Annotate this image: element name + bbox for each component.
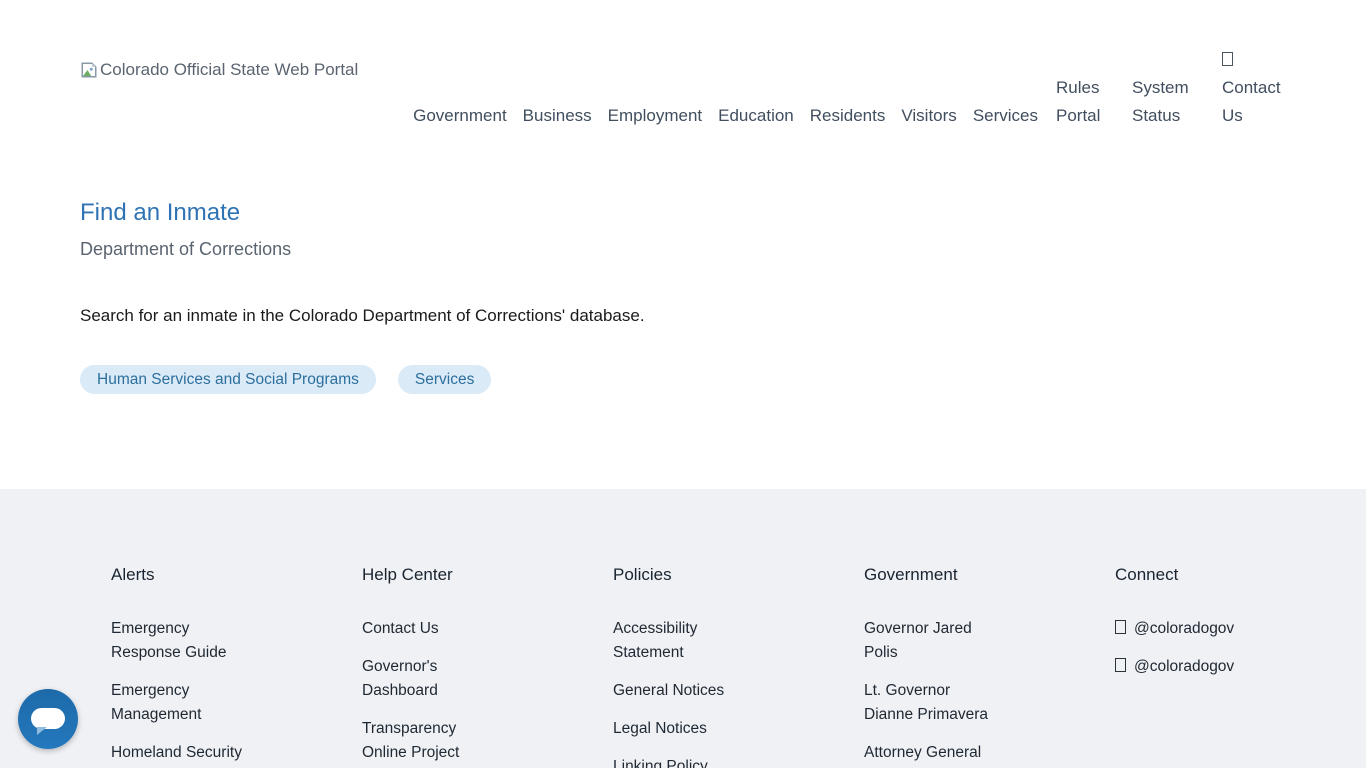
tag-human-services[interactable]: Human Services and Social Programs bbox=[80, 365, 376, 394]
nav-item-employment[interactable]: Employment bbox=[608, 102, 702, 130]
footer-link-social-coloradogov-2[interactable]: @coloradogov bbox=[1115, 655, 1249, 679]
site-header: Colorado Official State Web Portal Gover… bbox=[0, 0, 1366, 130]
contact-us-label: Contact Us bbox=[1222, 78, 1281, 125]
footer-column-policies: Policies Accessibility Statement General… bbox=[613, 565, 864, 768]
footer-link-governor-jared-polis[interactable]: Governor Jared Polis bbox=[864, 617, 998, 665]
missing-glyph-icon bbox=[1115, 658, 1126, 672]
footer-link-contact-us[interactable]: Contact Us bbox=[362, 617, 496, 641]
missing-glyph-icon bbox=[1222, 52, 1233, 66]
footer-heading: Help Center bbox=[362, 565, 613, 585]
site-logo-link[interactable]: Colorado Official State Web Portal bbox=[80, 0, 358, 130]
missing-glyph-icon bbox=[1115, 620, 1126, 634]
nav-item-residents[interactable]: Residents bbox=[810, 102, 886, 130]
footer-link-transparency-online-project[interactable]: Transparency Online Project bbox=[362, 717, 496, 765]
nav-item-government[interactable]: Government bbox=[413, 102, 507, 130]
nav-item-system-status[interactable]: System Status bbox=[1132, 74, 1196, 130]
footer-heading: Connect bbox=[1115, 565, 1366, 585]
nav-item-business[interactable]: Business bbox=[523, 102, 592, 130]
footer-link-homeland-security[interactable]: Homeland Security bbox=[111, 741, 245, 765]
chat-bubble-icon bbox=[31, 708, 65, 729]
footer-link-legal-notices[interactable]: Legal Notices bbox=[613, 717, 747, 741]
nav-item-education[interactable]: Education bbox=[718, 102, 794, 130]
footer-link-lt-governor-dianne-primavera[interactable]: Lt. Governor Dianne Primavera bbox=[864, 679, 998, 727]
footer-link-attorney-general[interactable]: Attorney General bbox=[864, 741, 998, 765]
nav-item-contact-us[interactable]: Contact Us bbox=[1222, 46, 1286, 130]
footer-link-general-notices[interactable]: General Notices bbox=[613, 679, 747, 703]
footer-column-help-center: Help Center Contact Us Governor's Dashbo… bbox=[362, 565, 613, 768]
tag-list: Human Services and Social Programs Servi… bbox=[80, 365, 1286, 394]
footer-column-connect: Connect @coloradogov @coloradogov bbox=[1115, 565, 1366, 768]
footer-column-alerts: Alerts Emergency Response Guide Emergenc… bbox=[111, 565, 362, 768]
service-description: Search for an inmate in the Colorado Dep… bbox=[80, 306, 1286, 326]
broken-image-icon bbox=[80, 61, 98, 79]
footer-link-governors-dashboard[interactable]: Governor's Dashboard bbox=[362, 655, 496, 703]
logo-alt-text: Colorado Official State Web Portal bbox=[100, 60, 358, 80]
tag-services[interactable]: Services bbox=[398, 365, 491, 394]
main-nav: Government Business Employment Education… bbox=[413, 0, 1286, 130]
footer-link-emergency-response-guide[interactable]: Emergency Response Guide bbox=[111, 617, 245, 665]
footer-link-social-coloradogov-1[interactable]: @coloradogov bbox=[1115, 617, 1249, 641]
footer-link-emergency-management[interactable]: Emergency Management bbox=[111, 679, 245, 727]
main-content: Find an Inmate Department of Corrections… bbox=[0, 130, 1366, 394]
nav-item-visitors[interactable]: Visitors bbox=[901, 102, 956, 130]
footer-link-accessibility-statement[interactable]: Accessibility Statement bbox=[613, 617, 747, 665]
footer-column-government: Government Governor Jared Polis Lt. Gove… bbox=[864, 565, 1115, 768]
department-subtitle: Department of Corrections bbox=[80, 239, 1286, 260]
footer-link-linking-policy[interactable]: Linking Policy bbox=[613, 755, 747, 768]
footer-heading: Policies bbox=[613, 565, 864, 585]
nav-item-services[interactable]: Services bbox=[973, 102, 1038, 130]
page-title-link[interactable]: Find an Inmate bbox=[80, 199, 240, 227]
chat-widget-button[interactable] bbox=[18, 689, 78, 749]
nav-item-rules-portal[interactable]: Rules Portal bbox=[1056, 74, 1106, 130]
footer-heading: Government bbox=[864, 565, 1115, 585]
social-handle: @coloradogov bbox=[1134, 620, 1234, 637]
social-handle: @coloradogov bbox=[1134, 658, 1234, 675]
footer-heading: Alerts bbox=[111, 565, 362, 585]
chat-bubble-tail bbox=[37, 727, 47, 735]
site-footer: Alerts Emergency Response Guide Emergenc… bbox=[0, 489, 1366, 768]
